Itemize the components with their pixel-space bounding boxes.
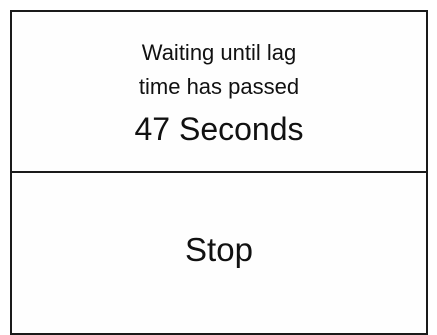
stop-button-label: Stop <box>185 231 253 268</box>
countdown-value: 47 Seconds <box>134 111 304 147</box>
status-message-line1: Waiting until lag <box>141 40 297 65</box>
status-message-line2: time has passed <box>138 74 300 99</box>
lag-timer-dialog: Waiting until lag time has passed 47 Sec… <box>10 10 428 335</box>
status-panel: Waiting until lag time has passed 47 Sec… <box>12 12 426 173</box>
stop-button[interactable]: Stop <box>12 173 426 335</box>
